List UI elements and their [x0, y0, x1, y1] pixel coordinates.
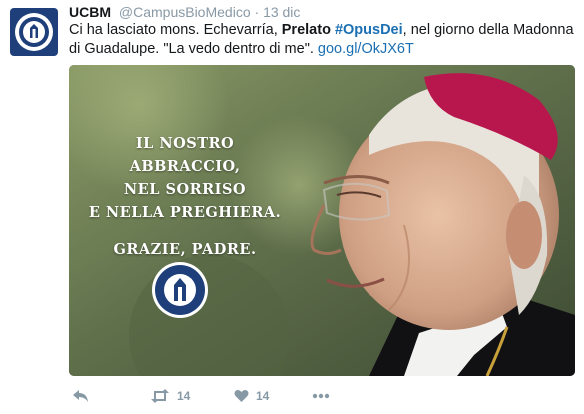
short-link[interactable]: goo.gl/OkJX6T: [318, 41, 414, 57]
image-caption: Il nostro abbraccio, nel sorriso e nella…: [85, 132, 285, 261]
hashtag-link[interactable]: #OpusDei: [335, 22, 403, 38]
university-logo-icon: [152, 262, 208, 318]
caption-line-3: e nella preghiera.: [88, 204, 282, 221]
retweet-count: 14: [177, 389, 191, 403]
caption-line-4: Grazie, Padre.: [113, 241, 257, 258]
tweet-text-prelato: Prelato: [281, 22, 331, 38]
like-count: 14: [256, 389, 270, 403]
user-handle[interactable]: @CampusBioMedico: [119, 4, 251, 20]
reply-icon: [73, 390, 88, 402]
tweet-header: UCBM @CampusBioMedico · 13 dic: [69, 3, 300, 21]
avatar[interactable]: [10, 8, 58, 56]
like-button[interactable]: 14: [234, 384, 269, 408]
reply-button[interactable]: [72, 384, 89, 408]
retweet-icon: [151, 389, 169, 403]
separator: ·: [254, 4, 260, 20]
more-icon: [312, 393, 330, 399]
heart-icon: [234, 389, 249, 402]
tweet-media-image[interactable]: Il nostro abbraccio, nel sorriso e nella…: [69, 65, 575, 376]
university-seal: [147, 261, 213, 319]
university-seal-icon: [15, 13, 53, 51]
display-name[interactable]: UCBM: [69, 4, 111, 20]
tweet-text-part1: Ci ha lasciato mons. Echevarría,: [69, 22, 282, 38]
tweet-text: Ci ha lasciato mons. Echevarría, Prelato…: [69, 21, 574, 59]
more-button[interactable]: [312, 384, 330, 408]
caption-line-1: Il nostro abbraccio,: [129, 135, 241, 175]
caption-line-2: nel sorriso: [123, 181, 247, 198]
retweet-button[interactable]: 14: [150, 384, 190, 408]
tweet-date[interactable]: 13 dic: [263, 4, 300, 20]
